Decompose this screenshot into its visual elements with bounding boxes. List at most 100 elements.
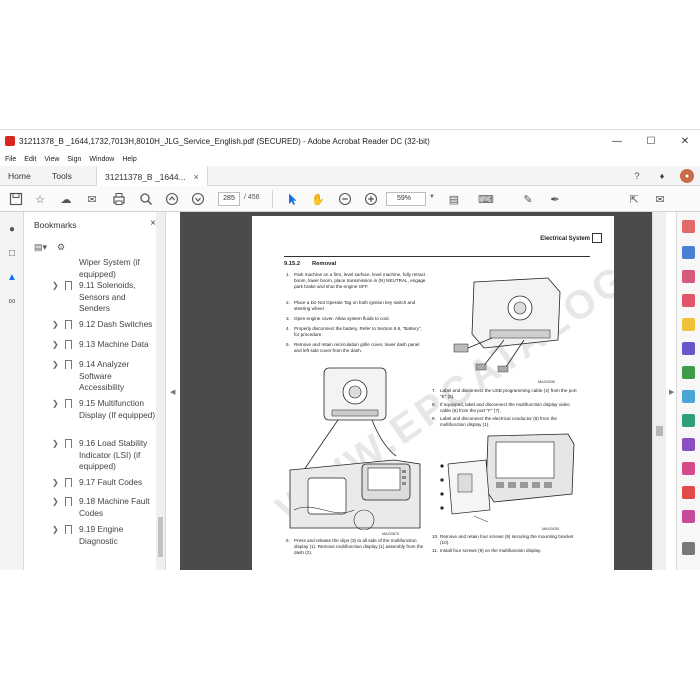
- keyboard-icon[interactable]: ⌨: [478, 191, 494, 207]
- menu-file[interactable]: File: [5, 156, 16, 163]
- chevron-down-icon[interactable]: ▼: [429, 194, 435, 200]
- instruction-step: 7. Label and disconnect the USB programmi…: [432, 388, 577, 399]
- collapse-right-panel-icon[interactable]: ▶: [669, 388, 674, 396]
- menu-sign[interactable]: Sign: [67, 156, 81, 163]
- export-pdf-icon[interactable]: [682, 246, 695, 259]
- header-rule: [284, 256, 590, 257]
- document-scroll-thumb[interactable]: [656, 426, 663, 436]
- zoom-in-icon[interactable]: [363, 191, 379, 207]
- draw-pen-icon[interactable]: ✒: [547, 191, 563, 207]
- more-tools-icon[interactable]: [682, 542, 695, 555]
- chevron-right-icon[interactable]: ❯: [52, 524, 59, 536]
- tab-bar: Home Tools 31211378_B _1644... × ? ♦ ●: [0, 166, 700, 187]
- protect-icon[interactable]: [682, 462, 695, 475]
- search-pdf-icon[interactable]: [682, 220, 695, 233]
- pdf-page: WWW.EPCATALOGS.COM Electrical System 9.1…: [252, 216, 614, 572]
- chevron-right-icon[interactable]: ❯: [52, 339, 59, 351]
- next-page-icon[interactable]: [190, 191, 206, 207]
- select-cursor-icon[interactable]: [284, 191, 300, 207]
- scan-ocr-icon[interactable]: [682, 414, 695, 427]
- hand-tool-icon[interactable]: ✋: [310, 191, 326, 207]
- notification-bell-icon[interactable]: ♦: [655, 169, 669, 183]
- collapse-left-panel-icon[interactable]: ◀: [170, 388, 175, 396]
- page-number-input[interactable]: 285: [218, 192, 240, 206]
- page-header-title: Electrical System: [540, 236, 590, 242]
- lock-icon[interactable]: ●: [5, 222, 19, 236]
- section-number: 9.15.2: [284, 261, 301, 267]
- minimize-button[interactable]: —: [606, 132, 628, 150]
- chevron-right-icon[interactable]: ❯: [52, 319, 59, 331]
- send-mail-icon[interactable]: ✉: [652, 191, 668, 207]
- chevron-right-icon[interactable]: ❯: [52, 359, 59, 371]
- bookmark-label: 9.12 Dash Switches: [79, 319, 153, 329]
- avatar[interactable]: ●: [680, 169, 694, 183]
- print-icon[interactable]: [111, 191, 127, 207]
- chevron-right-icon[interactable]: ❯: [52, 477, 59, 489]
- close-window-button[interactable]: ✕: [674, 132, 696, 150]
- help-icon[interactable]: ?: [630, 169, 644, 183]
- prepare-form-icon[interactable]: [682, 486, 695, 499]
- bookmarks-panel-icon[interactable]: ▲: [5, 270, 19, 284]
- email-icon[interactable]: ✉: [84, 191, 100, 207]
- document-scrollbar[interactable]: [652, 212, 666, 570]
- window-title: 31211378_B _1644,1732,7013H,8010H_JLG_Se…: [19, 136, 430, 146]
- comment-tool-icon[interactable]: [682, 318, 695, 331]
- menu-edit[interactable]: Edit: [24, 156, 36, 163]
- chevron-right-icon[interactable]: ❯: [52, 496, 59, 508]
- upload-cloud-icon[interactable]: ☁: [58, 191, 74, 207]
- request-signature-icon[interactable]: [682, 510, 695, 523]
- page-total: / 456: [244, 194, 260, 201]
- document-viewport[interactable]: WWW.EPCATALOGS.COM Electrical System 9.1…: [180, 212, 666, 572]
- tab-home[interactable]: Home: [8, 166, 31, 186]
- attachments-icon[interactable]: ∞: [5, 294, 19, 308]
- zoom-level-select[interactable]: 59%: [386, 192, 426, 206]
- menu-window[interactable]: Window: [89, 156, 114, 163]
- combine-files-icon[interactable]: [682, 342, 695, 355]
- battery-icon: [592, 233, 602, 243]
- comment-icon[interactable]: ✎: [520, 191, 536, 207]
- bookmark-star-icon[interactable]: ☆: [32, 191, 48, 207]
- page-thumbnails-icon[interactable]: □: [5, 246, 19, 260]
- title-bar: 31211378_B _1644,1732,7013H,8010H_JLG_Se…: [0, 130, 700, 152]
- bookmark-icon: [65, 320, 72, 329]
- figure-dash-removal: [289, 367, 421, 530]
- save-icon[interactable]: [8, 191, 24, 207]
- instruction-step: 1. Park machine on a firm, level surface,…: [286, 272, 426, 289]
- bookmarks-toolbar: ▤▾ ⚙: [34, 242, 65, 253]
- bookmarks-scrollbar[interactable]: [156, 212, 165, 570]
- menu-help[interactable]: Help: [122, 156, 136, 163]
- zoom-out-icon[interactable]: [337, 191, 353, 207]
- tools-pane: [676, 212, 700, 570]
- edit-pdf-icon[interactable]: [682, 294, 695, 307]
- maximize-button[interactable]: ☐: [640, 132, 662, 150]
- bookmarks-title: Bookmarks: [34, 220, 77, 230]
- fill-sign-icon[interactable]: [682, 438, 695, 451]
- bookmarks-panel: Bookmarks × ▤▾ ⚙ Wiper System (if equipp…: [24, 212, 166, 570]
- instruction-step: 3. Open engine cover. Allow system fluids…: [286, 316, 390, 321]
- bookmark-label: 9.15 Multifunction Display (If equipped): [79, 398, 156, 420]
- bookmarks-scroll-thumb[interactable]: [158, 517, 163, 557]
- bookmark-label: 9.18 Machine Fault Codes: [79, 496, 150, 518]
- instruction-step: 9. Label and disconnect the electrical co…: [432, 416, 557, 427]
- bookmark-icon: [65, 525, 72, 534]
- tab-tools[interactable]: Tools: [52, 166, 72, 186]
- create-pdf-icon[interactable]: [682, 270, 695, 283]
- compress-pdf-icon[interactable]: [682, 390, 695, 403]
- tab-document-close-icon[interactable]: ×: [194, 172, 199, 182]
- page-fit-icon[interactable]: ▤: [446, 191, 462, 207]
- bookmark-options-icon[interactable]: ▤▾: [34, 242, 47, 253]
- tab-document[interactable]: 31211378_B _1644... ×: [96, 166, 208, 187]
- organize-pages-icon[interactable]: [682, 366, 695, 379]
- bookmark-search-icon[interactable]: ⚙: [57, 242, 65, 253]
- chevron-right-icon[interactable]: ❯: [52, 438, 59, 450]
- bookmark-icon: [65, 497, 72, 506]
- instruction-step: 2. Place a Do Not Operate Tag on both ign…: [286, 300, 416, 311]
- previous-page-icon[interactable]: [164, 191, 180, 207]
- share-link-icon[interactable]: ⇱: [626, 191, 642, 207]
- menu-view[interactable]: View: [44, 156, 59, 163]
- bookmark-label: 9.14 Analyzer Software Accessibility: [79, 359, 130, 392]
- chevron-right-icon[interactable]: ❯: [52, 280, 59, 292]
- figure-mounting-bracket: [440, 433, 575, 523]
- search-icon[interactable]: [138, 191, 154, 207]
- chevron-right-icon[interactable]: ❯: [52, 398, 59, 410]
